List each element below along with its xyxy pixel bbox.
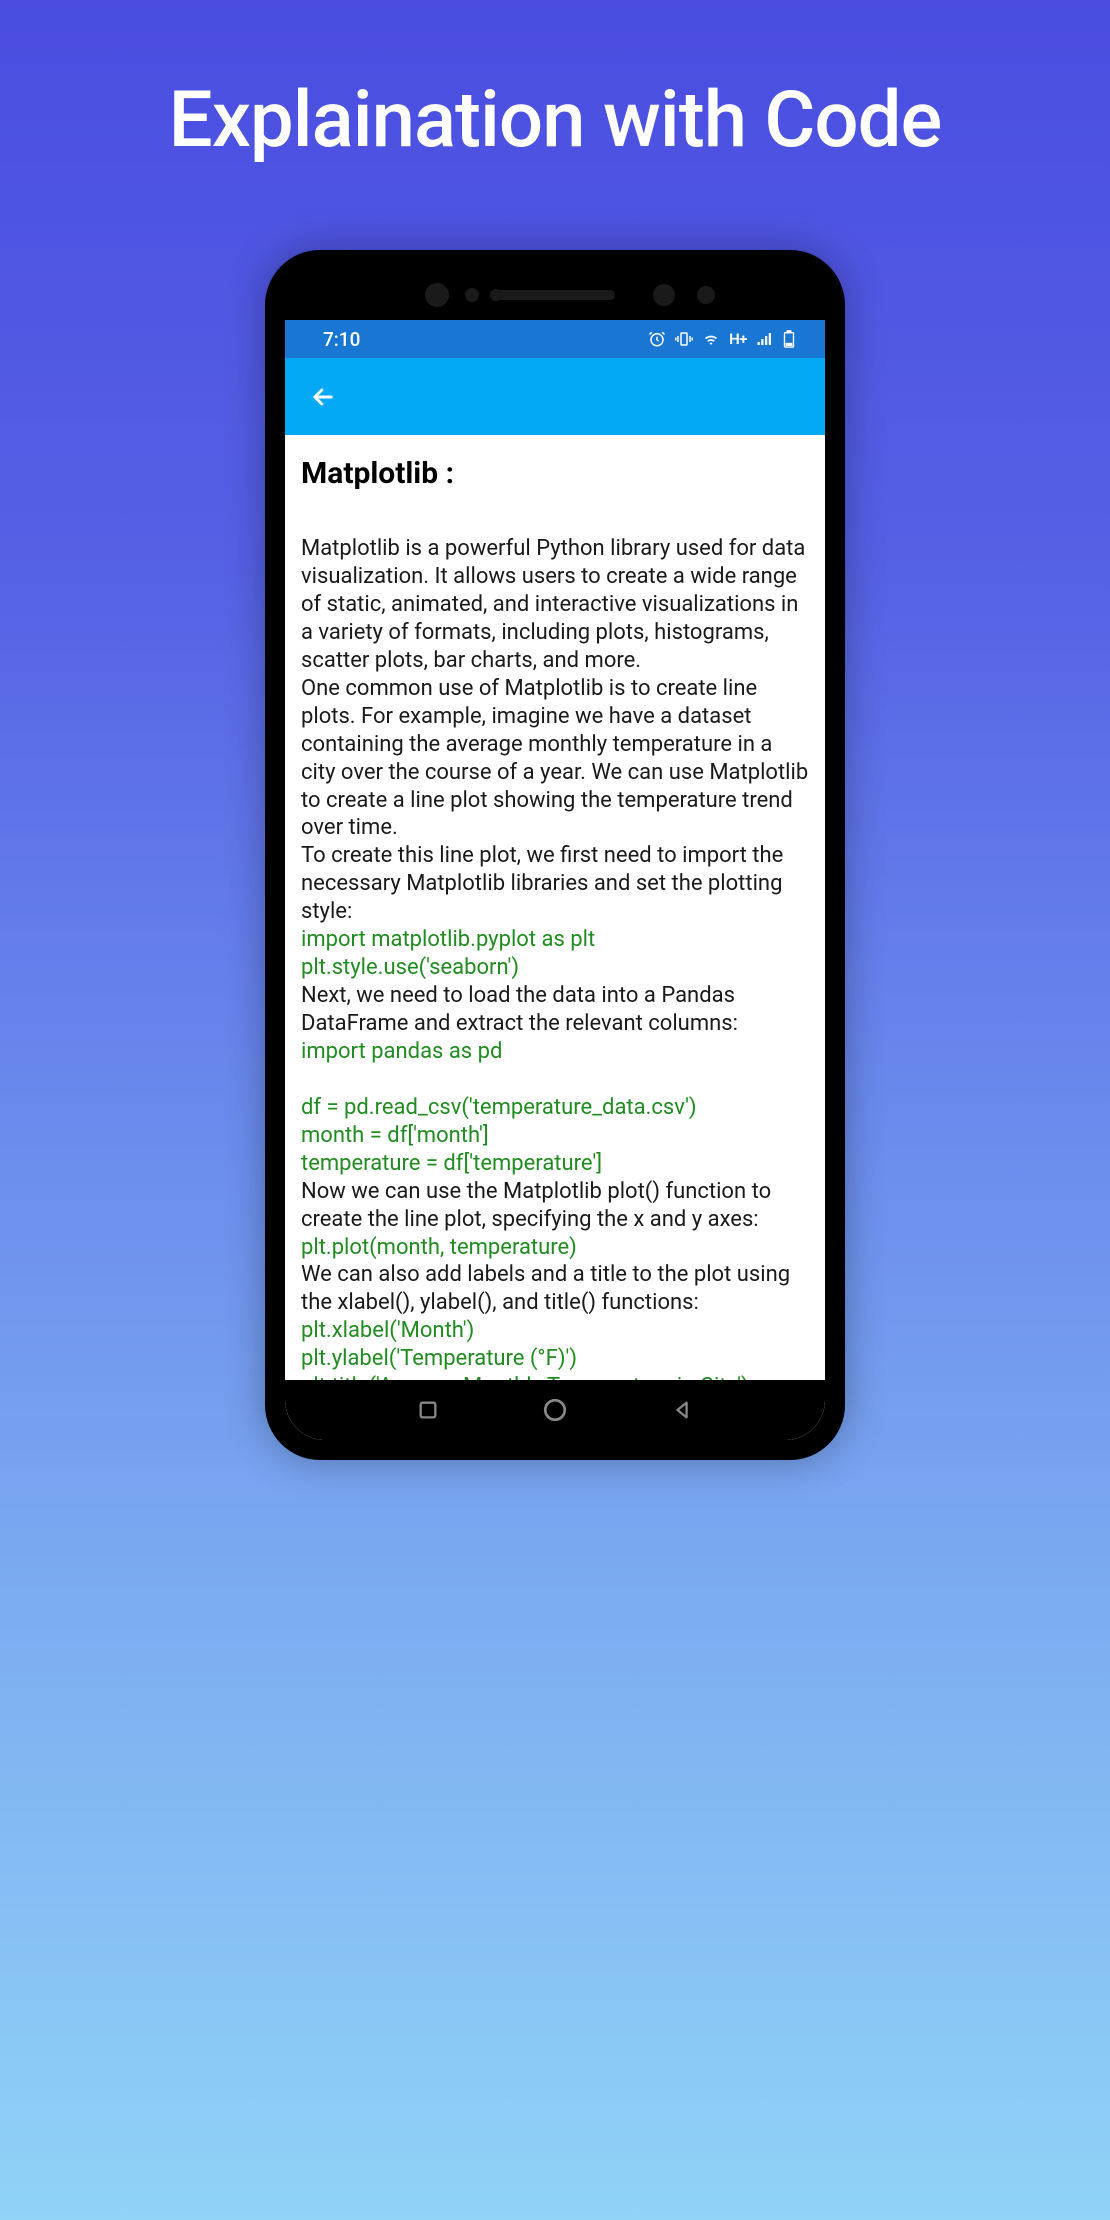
content-area[interactable]: Matplotlib : Matplotlib is a powerful Py… xyxy=(285,435,825,1440)
code-line: plt.style.use('seaborn') xyxy=(301,954,809,982)
recent-apps-button[interactable] xyxy=(412,1394,444,1426)
paragraph: Next, we need to load the data into a Pa… xyxy=(301,982,809,1038)
alarm-icon xyxy=(648,330,666,348)
status-bar: 7:10 H+ xyxy=(285,320,825,358)
article-title: Matplotlib : xyxy=(301,455,809,493)
code-line: df = pd.read_csv('temperature_data.csv') xyxy=(301,1094,809,1122)
triangle-left-icon xyxy=(671,1399,693,1421)
paragraph: One common use of Matplotlib is to creat… xyxy=(301,675,809,843)
code-line: month = df['month'] xyxy=(301,1122,809,1150)
paragraph: Now we can use the Matplotlib plot() fun… xyxy=(301,1178,809,1234)
arrow-left-icon xyxy=(309,383,337,411)
paragraph: We can also add labels and a title to th… xyxy=(301,1261,809,1317)
battery-icon xyxy=(783,330,795,348)
circle-icon xyxy=(542,1397,568,1423)
navigation-bar xyxy=(285,1380,825,1440)
network-type-icon: H+ xyxy=(729,330,747,348)
code-line: import matplotlib.pyplot as plt xyxy=(301,926,809,954)
vibrate-icon xyxy=(675,330,693,348)
page-title: Explaination with Code xyxy=(0,0,1110,166)
code-line: plt.plot(month, temperature) xyxy=(301,1234,809,1262)
wifi-icon xyxy=(702,330,720,348)
code-line: plt.xlabel('Month') xyxy=(301,1317,809,1345)
home-button[interactable] xyxy=(539,1394,571,1426)
code-line: temperature = df['temperature'] xyxy=(301,1150,809,1178)
phone-notch xyxy=(365,280,745,310)
android-back-button[interactable] xyxy=(666,1394,698,1426)
status-time: 7:10 xyxy=(323,328,360,351)
app-bar xyxy=(285,358,825,435)
paragraph: Matplotlib is a powerful Python library … xyxy=(301,535,809,675)
code-line: import pandas as pd xyxy=(301,1038,809,1066)
code-line: plt.ylabel('Temperature (°F)') xyxy=(301,1345,809,1373)
phone-frame: 7:10 H+ Matplotlib : Matplotlib is a pow… xyxy=(265,250,845,1460)
square-icon xyxy=(417,1399,439,1421)
signal-icon xyxy=(756,330,774,348)
paragraph: To create this line plot, we first need … xyxy=(301,842,809,926)
back-button[interactable] xyxy=(309,383,337,411)
